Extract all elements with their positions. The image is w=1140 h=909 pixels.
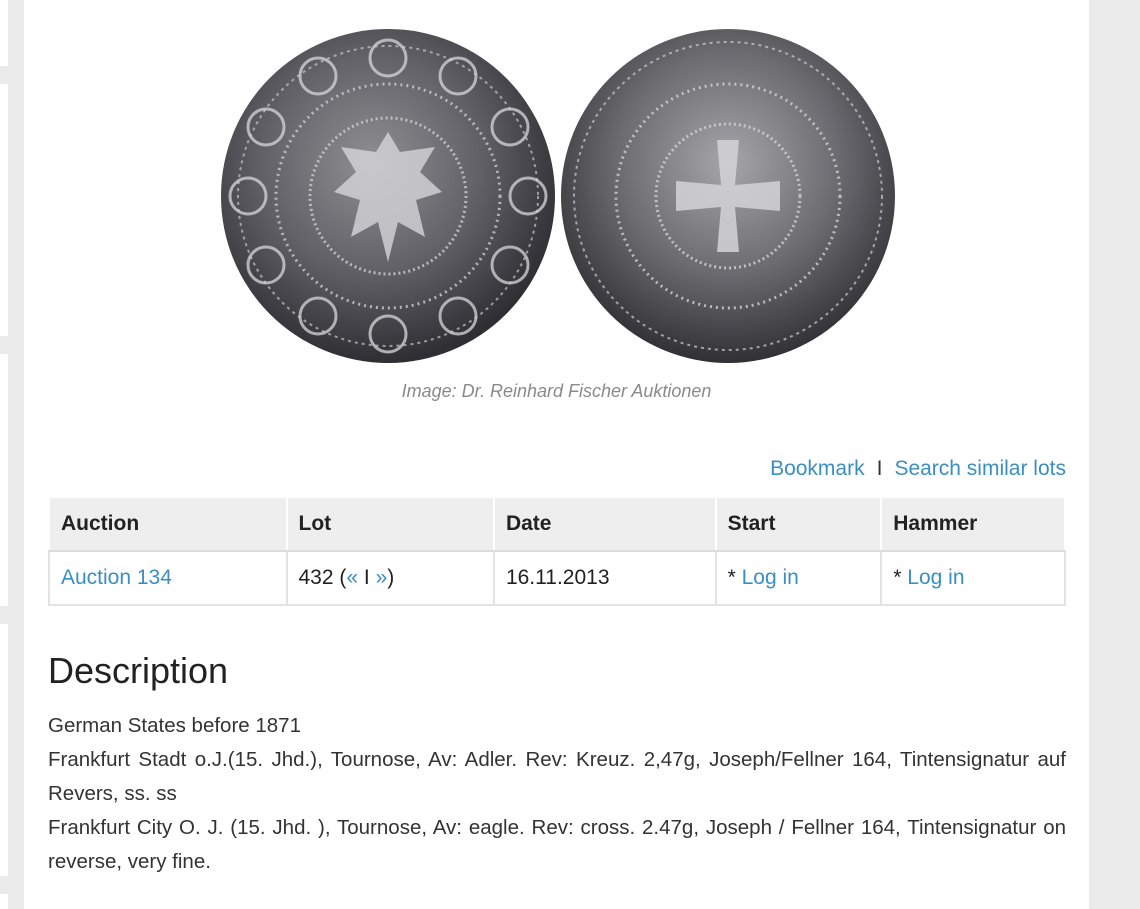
table-header-row: Auction Lot Date Start Hammer bbox=[48, 496, 1066, 552]
header-start: Start bbox=[714, 496, 883, 552]
description-heading: Description bbox=[48, 650, 229, 691]
cell-hammer: * Log in bbox=[880, 550, 1066, 606]
header-date: Date bbox=[492, 496, 717, 552]
coin-reverse-cross-icon bbox=[561, 29, 895, 363]
description-text-english: Frankfurt City O. J. (15. Jhd. ), Tourno… bbox=[48, 816, 1066, 873]
cell-lot: 432 (« I ») bbox=[285, 550, 495, 606]
next-lot-link[interactable]: » bbox=[376, 566, 388, 589]
lot-nav-separator: I bbox=[363, 566, 370, 589]
coin-image[interactable] bbox=[220, 22, 896, 370]
lot-info-table: Auction Lot Date Start Hammer Auction 13… bbox=[48, 496, 1066, 606]
lot-number: 432 bbox=[298, 566, 334, 589]
cell-start: * Log in bbox=[714, 550, 883, 606]
cell-date: 16.11.2013 bbox=[492, 550, 717, 606]
image-credit: Image: Dr. Reinhard Fischer Auktionen bbox=[401, 381, 712, 401]
header-lot: Lot bbox=[285, 496, 495, 552]
description-body: German States before 1871 Frankfurt Stad… bbox=[48, 709, 1066, 879]
lot-paren-close: ) bbox=[387, 566, 395, 589]
header-hammer: Hammer bbox=[880, 496, 1066, 552]
actions-separator: I bbox=[876, 457, 883, 480]
description-category: German States before 1871 bbox=[48, 714, 301, 737]
lot-actions: Bookmark I Search similar lots bbox=[770, 457, 1066, 481]
hammer-prefix: * bbox=[893, 566, 902, 589]
cell-auction: Auction 134 bbox=[48, 550, 288, 606]
bookmark-link[interactable]: Bookmark bbox=[770, 457, 865, 481]
description-text-german: Frankfurt Stadt o.J.(15. Jhd.), Tournose… bbox=[48, 748, 1066, 805]
coin-obverse-eagle-icon bbox=[221, 29, 555, 363]
previous-lot-link[interactable]: « bbox=[346, 566, 358, 589]
lot-detail-panel: Image: Dr. Reinhard Fischer Auktionen Bo… bbox=[24, 0, 1089, 909]
auction-link[interactable]: Auction 134 bbox=[61, 566, 172, 589]
start-login-link[interactable]: Log in bbox=[742, 566, 799, 589]
start-prefix: * bbox=[727, 566, 736, 589]
left-sidebar-edge bbox=[0, 0, 8, 909]
search-similar-lots-link[interactable]: Search similar lots bbox=[894, 457, 1066, 481]
hammer-login-link[interactable]: Log in bbox=[907, 566, 964, 589]
table-row: Auction 134 432 (« I ») 16.11.2013 * Log… bbox=[48, 550, 1066, 606]
header-auction: Auction bbox=[48, 496, 288, 552]
